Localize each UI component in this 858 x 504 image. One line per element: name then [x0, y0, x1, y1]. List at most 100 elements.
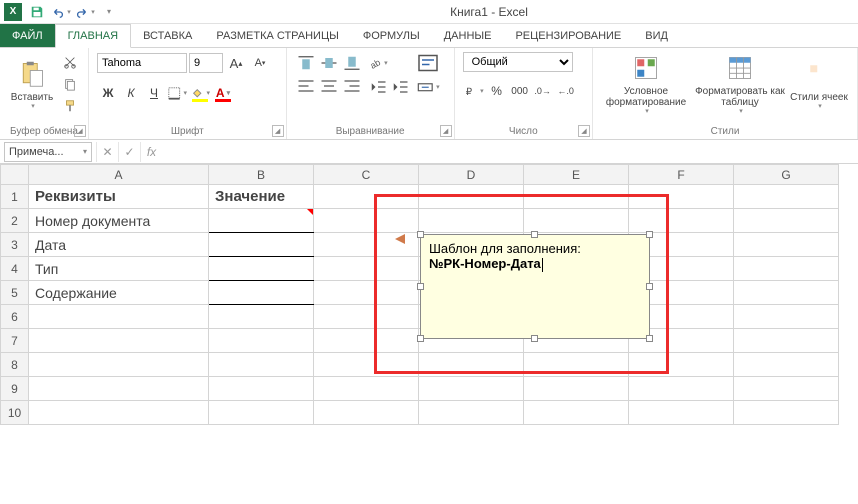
- cut-icon[interactable]: [60, 52, 80, 72]
- increase-indent-icon[interactable]: [389, 76, 411, 98]
- tab-review[interactable]: РЕЦЕНЗИРОВАНИЕ: [503, 24, 633, 47]
- increase-decimal-icon[interactable]: .0→: [532, 80, 554, 102]
- cell-f1[interactable]: [629, 185, 734, 209]
- cell-b1[interactable]: Значение: [209, 185, 314, 209]
- cell-e2[interactable]: [524, 209, 629, 233]
- cell-d2[interactable]: [419, 209, 524, 233]
- decrease-decimal-icon[interactable]: ←.0: [555, 80, 577, 102]
- cell-g6[interactable]: [734, 305, 839, 329]
- percent-icon[interactable]: %: [486, 80, 508, 102]
- cell-b8[interactable]: [209, 353, 314, 377]
- tab-insert[interactable]: ВСТАВКА: [131, 24, 204, 47]
- paste-button[interactable]: Вставить ▾: [8, 52, 56, 118]
- cell-b3[interactable]: [209, 233, 314, 257]
- cell-b5[interactable]: [209, 281, 314, 305]
- format-as-table-button[interactable]: Форматировать как таблицу▾: [695, 52, 785, 118]
- enter-icon[interactable]: ✓: [118, 142, 140, 162]
- tab-formulas[interactable]: ФОРМУЛЫ: [351, 24, 432, 47]
- row-header-7[interactable]: 7: [1, 329, 29, 353]
- resize-handle-s[interactable]: [531, 335, 538, 342]
- cell-b6[interactable]: [209, 305, 314, 329]
- cell-e1[interactable]: [524, 185, 629, 209]
- cell-c9[interactable]: [314, 377, 419, 401]
- cell-b4[interactable]: [209, 257, 314, 281]
- cell-a8[interactable]: [29, 353, 209, 377]
- cell-d1[interactable]: [419, 185, 524, 209]
- fill-color-icon[interactable]: ▾: [189, 82, 211, 104]
- align-left-icon[interactable]: [295, 75, 317, 97]
- comment-box[interactable]: Шаблон для заполнения: №РК-Номер-Дата: [420, 234, 650, 339]
- align-middle-icon[interactable]: [318, 52, 340, 74]
- tab-page-layout[interactable]: РАЗМЕТКА СТРАНИЦЫ: [204, 24, 350, 47]
- cell-g4[interactable]: [734, 257, 839, 281]
- col-header-b[interactable]: B: [209, 165, 314, 185]
- cell-c2[interactable]: [314, 209, 419, 233]
- col-header-g[interactable]: G: [734, 165, 839, 185]
- format-painter-icon[interactable]: [60, 96, 80, 116]
- accounting-format-icon[interactable]: ₽▾: [463, 80, 485, 102]
- cell-a5[interactable]: Содержание: [29, 281, 209, 305]
- fx-icon[interactable]: fx: [140, 142, 162, 162]
- align-center-icon[interactable]: [318, 75, 340, 97]
- orientation-icon[interactable]: ab▾: [367, 52, 389, 74]
- cell-g5[interactable]: [734, 281, 839, 305]
- cell-a9[interactable]: [29, 377, 209, 401]
- align-right-icon[interactable]: [341, 75, 363, 97]
- formula-input[interactable]: [162, 142, 858, 162]
- cell-a6[interactable]: [29, 305, 209, 329]
- font-dialog-launcher[interactable]: ◢: [272, 125, 284, 137]
- cell-g2[interactable]: [734, 209, 839, 233]
- border-icon[interactable]: ▾: [166, 82, 188, 104]
- cell-b7[interactable]: [209, 329, 314, 353]
- cell-e10[interactable]: [524, 401, 629, 425]
- cell-a1[interactable]: Реквизиты: [29, 185, 209, 209]
- cell-g10[interactable]: [734, 401, 839, 425]
- cell-d8[interactable]: [419, 353, 524, 377]
- resize-handle-ne[interactable]: [646, 231, 653, 238]
- cell-g1[interactable]: [734, 185, 839, 209]
- row-header-1[interactable]: 1: [1, 185, 29, 209]
- cell-e9[interactable]: [524, 377, 629, 401]
- resize-handle-nw[interactable]: [417, 231, 424, 238]
- cell-c8[interactable]: [314, 353, 419, 377]
- cell-g9[interactable]: [734, 377, 839, 401]
- resize-handle-w[interactable]: [417, 283, 424, 290]
- cell-a2[interactable]: Номер документа: [29, 209, 209, 233]
- comma-icon[interactable]: 000: [509, 80, 531, 102]
- font-name-select[interactable]: [97, 53, 187, 73]
- clipboard-dialog-launcher[interactable]: ◢: [74, 125, 86, 137]
- cancel-icon[interactable]: ✕: [96, 142, 118, 162]
- cell-a4[interactable]: Тип: [29, 257, 209, 281]
- col-header-e[interactable]: E: [524, 165, 629, 185]
- number-dialog-launcher[interactable]: ◢: [578, 125, 590, 137]
- cell-f2[interactable]: [629, 209, 734, 233]
- cell-f8[interactable]: [629, 353, 734, 377]
- cell-c4[interactable]: [314, 257, 419, 281]
- font-color-icon[interactable]: A▾: [212, 82, 234, 104]
- cell-styles-button[interactable]: Стили ячеек▾: [789, 52, 849, 118]
- resize-handle-e[interactable]: [646, 283, 653, 290]
- cell-b2[interactable]: [209, 209, 314, 233]
- bold-button[interactable]: Ж: [97, 82, 119, 104]
- resize-handle-sw[interactable]: [417, 335, 424, 342]
- decrease-indent-icon[interactable]: [367, 76, 389, 98]
- increase-font-icon[interactable]: A▴: [225, 52, 247, 74]
- cell-g8[interactable]: [734, 353, 839, 377]
- conditional-formatting-button[interactable]: Условное форматирование▾: [601, 52, 691, 118]
- select-all-corner[interactable]: [1, 165, 29, 185]
- cell-f9[interactable]: [629, 377, 734, 401]
- resize-handle-se[interactable]: [646, 335, 653, 342]
- row-header-3[interactable]: 3: [1, 233, 29, 257]
- decrease-font-icon[interactable]: A▾: [249, 52, 271, 74]
- cell-a3[interactable]: Дата: [29, 233, 209, 257]
- cell-c6[interactable]: [314, 305, 419, 329]
- underline-button[interactable]: Ч: [143, 82, 165, 104]
- qat-customize-icon[interactable]: ▾: [98, 1, 120, 23]
- col-header-a[interactable]: A: [29, 165, 209, 185]
- col-header-c[interactable]: C: [314, 165, 419, 185]
- row-header-5[interactable]: 5: [1, 281, 29, 305]
- cell-f10[interactable]: [629, 401, 734, 425]
- align-bottom-icon[interactable]: [341, 52, 363, 74]
- row-header-2[interactable]: 2: [1, 209, 29, 233]
- tab-data[interactable]: ДАННЫЕ: [432, 24, 504, 47]
